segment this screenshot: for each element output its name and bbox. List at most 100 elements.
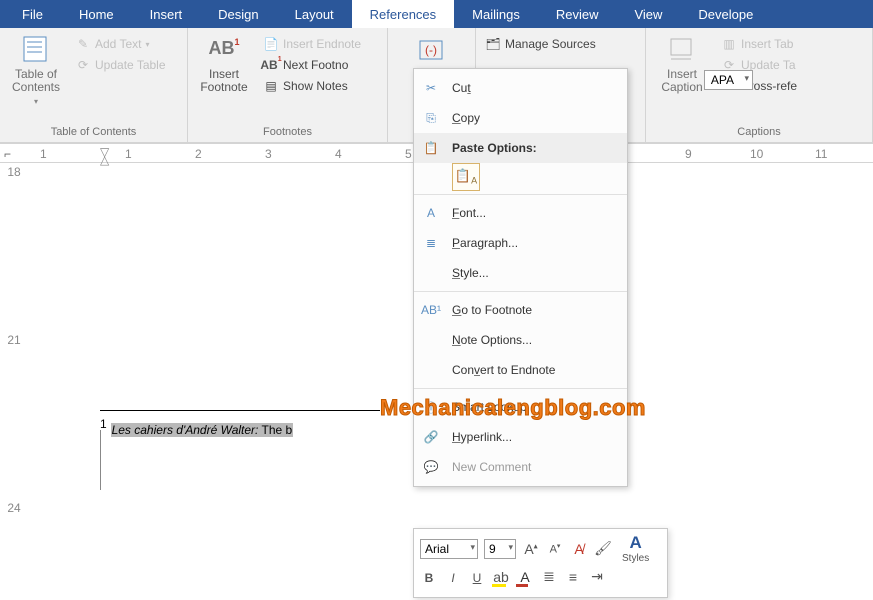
menu-label: Paragraph...: [452, 236, 518, 250]
vertical-ruler: 18 21 24: [0, 163, 28, 555]
hanging-indent-icon[interactable]: △: [100, 153, 109, 167]
manage-sources-icon: 🗂: [485, 36, 501, 52]
ruler-mark: 9: [685, 147, 692, 161]
ribbon-tabs: File Home Insert Design Layout Reference…: [0, 0, 873, 28]
styles-label[interactable]: Styles: [622, 553, 649, 564]
indent-icon[interactable]: ⇥: [588, 568, 606, 585]
bold-icon[interactable]: B: [420, 569, 438, 585]
menu-label: Note Options...: [452, 333, 532, 347]
menu-separator: [414, 388, 627, 389]
numbering-icon[interactable]: ≡: [564, 569, 582, 585]
link-icon: 🔗: [422, 428, 440, 446]
tab-home[interactable]: Home: [61, 0, 132, 28]
menu-paragraph[interactable]: ≣ Paragraph...: [414, 228, 627, 258]
context-menu: ✂Cut ⎘ Copy 📋 Paste Options: 📋A AFont... ≣ Parag…: [413, 68, 628, 487]
menu-copy[interactable]: ⎘ Copy: [414, 103, 627, 133]
font-color-icon[interactable]: A: [516, 569, 534, 585]
ruler-mark: 4: [335, 147, 342, 161]
styles-icon[interactable]: A: [627, 533, 645, 553]
paste-keep-text-icon[interactable]: 📋A: [452, 163, 480, 191]
clear-format-icon[interactable]: A̸: [570, 541, 588, 557]
menu-label: Paste Options:: [452, 141, 537, 155]
comment-icon: 💬: [422, 458, 440, 476]
menu-convert-to-endnote[interactable]: Convert to Endnote: [414, 355, 627, 385]
blank-icon: [422, 361, 440, 379]
menu-paste-options[interactable]: 📋 Paste Options:: [414, 133, 627, 163]
insert-endnote-button[interactable]: 📄Insert Endnote: [260, 34, 364, 54]
svg-text:(-): (-): [425, 43, 437, 57]
menu-new-comment: 💬 New Comment: [414, 452, 627, 482]
tab-file[interactable]: File: [4, 0, 61, 28]
font-name-combo[interactable]: Arial: [420, 539, 478, 559]
next-footnote-button[interactable]: AB1Next Footno: [260, 55, 364, 75]
menu-label: New Comment: [452, 460, 531, 474]
ruler-mark: 11: [815, 147, 827, 161]
style-value[interactable]: APA: [704, 70, 753, 90]
insert-footnote-button[interactable]: AB1 Insert Footnote: [194, 32, 254, 96]
highlight-icon[interactable]: ab: [492, 569, 510, 585]
tab-layout[interactable]: Layout: [277, 0, 352, 28]
font-size-combo[interactable]: 9: [484, 539, 516, 559]
menu-label: Style...: [452, 266, 489, 280]
tab-references[interactable]: References: [352, 0, 454, 28]
footnote-icon: AB1: [207, 34, 241, 64]
shrink-font-icon[interactable]: A▾: [546, 542, 564, 556]
ruler-mark: 2: [195, 147, 202, 161]
menu-label: Hyperlink...: [452, 430, 512, 444]
menu-font[interactable]: AFont...: [414, 198, 627, 228]
add-text-button[interactable]: ✎Add Text ▾: [72, 34, 169, 54]
cut-icon: ✂: [422, 79, 440, 97]
blank-icon: [422, 331, 440, 349]
blank-icon: [422, 264, 440, 282]
add-text-icon: ✎: [75, 36, 91, 52]
italic-icon[interactable]: I: [444, 569, 462, 585]
ab1-icon: AB¹: [422, 301, 440, 319]
ruler-mark: 5: [405, 147, 412, 161]
tab-view[interactable]: View: [616, 0, 680, 28]
update-icon: ⟳: [75, 57, 91, 73]
paste-icon: 📋: [422, 139, 440, 157]
underline-icon[interactable]: U: [468, 569, 486, 585]
menu-label: Font...: [452, 206, 486, 220]
menu-separator: [414, 291, 627, 292]
menu-hyperlink[interactable]: 🔗 Hyperlink...: [414, 422, 627, 452]
grow-font-icon[interactable]: A▴: [522, 541, 540, 557]
menu-label: Go to Footnote: [452, 303, 532, 317]
menu-style[interactable]: Style...: [414, 258, 627, 288]
tab-developer[interactable]: Develope: [680, 0, 771, 28]
menu-separator: [414, 194, 627, 195]
insert-table-figures-button[interactable]: ▥Insert Tab: [718, 34, 800, 54]
toc-button[interactable]: Table of Contents ▾: [6, 32, 66, 109]
footnote-number: 1: [100, 417, 107, 431]
bullets-icon[interactable]: ≣: [540, 568, 558, 585]
mini-toolbar: Arial 9 A▴ A▾ A̸ 🖌 A Styles B I U ab A ≣…: [413, 528, 668, 598]
tab-insert[interactable]: Insert: [132, 0, 201, 28]
update-table-button[interactable]: ⟳Update Table: [72, 55, 169, 75]
format-painter-icon[interactable]: 🖌: [594, 540, 612, 557]
ruler-mark: 21: [0, 331, 28, 387]
tab-mailings[interactable]: Mailings: [454, 0, 538, 28]
footnote-title: Les cahiers d'André Walter:: [112, 423, 259, 437]
show-notes-button[interactable]: ▤Show Notes: [260, 76, 364, 96]
menu-label: Convert to Endnote: [452, 363, 555, 377]
ruler-mark: 1: [40, 147, 47, 161]
citation-style-dropdown[interactable]: APA: [704, 70, 753, 90]
ab-small-icon: AB1: [263, 57, 279, 73]
menu-label: Copy: [452, 111, 480, 125]
menu-go-to-footnote[interactable]: AB¹ Go to Footnote: [414, 295, 627, 325]
table-figures-icon: ▥: [721, 36, 737, 52]
tab-design[interactable]: Design: [200, 0, 276, 28]
menu-cut[interactable]: ✂Cut: [414, 73, 627, 103]
tab-review[interactable]: Review: [538, 0, 617, 28]
manage-sources-button[interactable]: 🗂Manage Sources: [482, 34, 639, 54]
group-toc-label: Table of Contents: [6, 124, 181, 142]
menu-note-options[interactable]: Note Options...: [414, 325, 627, 355]
copy-icon: ⎘: [422, 109, 440, 127]
watermark-text: Mechanicalengblog.com: [380, 395, 646, 421]
ruler-corner: ⌐: [4, 147, 11, 161]
footnote-separator: [100, 410, 380, 411]
toc-label: Table of Contents: [12, 68, 60, 94]
endnote-icon: 📄: [263, 36, 279, 52]
para-icon: ≣: [422, 234, 440, 252]
ruler-mark: 18: [0, 163, 28, 219]
